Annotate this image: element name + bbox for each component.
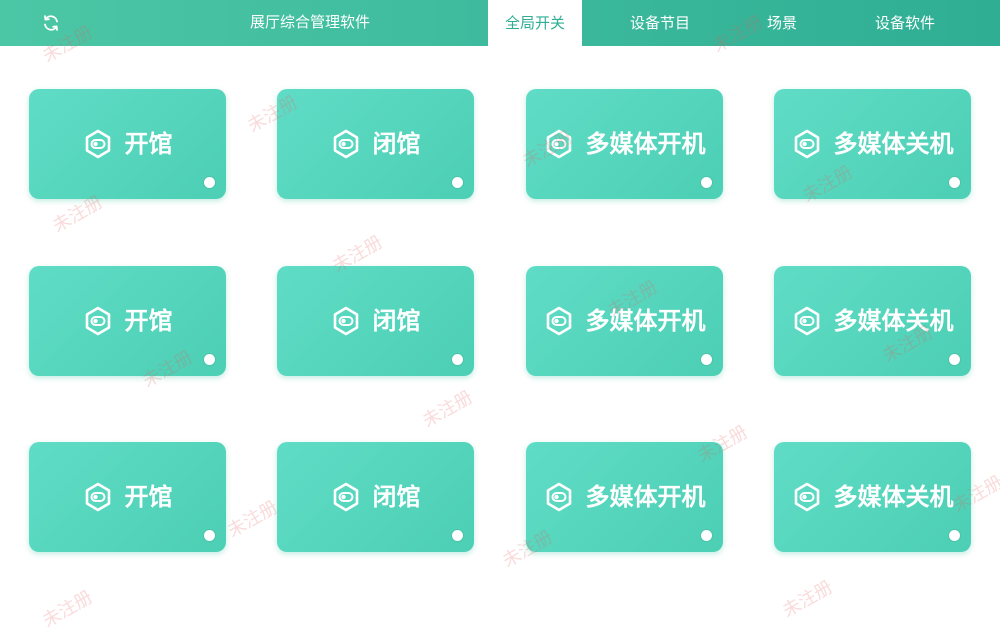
card-close-hall[interactable]: 闭馆 xyxy=(277,266,474,376)
status-dot xyxy=(204,177,215,188)
card-label: 开馆 xyxy=(124,307,173,335)
card-label: 闭馆 xyxy=(372,130,421,158)
status-dot xyxy=(701,530,712,541)
card-multimedia-off[interactable]: 多媒体关机 xyxy=(774,89,971,199)
toggle-hexagon-icon xyxy=(544,128,574,160)
tab-label: 设备节目 xyxy=(629,14,690,32)
card-label: 多媒体关机 xyxy=(833,483,954,511)
tab-label: 全局开关 xyxy=(504,14,565,32)
status-dot xyxy=(949,177,960,188)
toggle-hexagon-icon xyxy=(83,128,113,160)
status-dot xyxy=(204,354,215,365)
card-label: 多媒体关机 xyxy=(833,130,954,158)
tab-global-switch[interactable]: 全局开关 xyxy=(488,0,582,46)
card-label: 开馆 xyxy=(124,130,173,158)
card-label: 多媒体开机 xyxy=(585,483,706,511)
status-dot xyxy=(452,354,463,365)
toggle-hexagon-icon xyxy=(331,481,361,513)
card-open-hall[interactable]: 开馆 xyxy=(29,266,226,376)
tab-device-software[interactable]: 设备软件 xyxy=(855,0,955,46)
tab-device-programs[interactable]: 设备节目 xyxy=(610,0,710,46)
card-label: 多媒体开机 xyxy=(585,130,706,158)
refresh-button[interactable] xyxy=(38,11,64,35)
card-label: 闭馆 xyxy=(372,483,421,511)
status-dot xyxy=(204,530,215,541)
card-multimedia-off[interactable]: 多媒体关机 xyxy=(774,266,971,376)
status-dot xyxy=(701,177,712,188)
card-label: 开馆 xyxy=(124,483,173,511)
refresh-icon xyxy=(44,15,58,31)
top-nav-bar: 展厅综合管理软件 全局开关 设备节目 场景 设备软件 xyxy=(0,0,1000,46)
toggle-hexagon-icon xyxy=(544,481,574,513)
card-label: 闭馆 xyxy=(372,307,421,335)
status-dot xyxy=(701,354,712,365)
toggle-hexagon-icon xyxy=(83,305,113,337)
status-dot xyxy=(452,530,463,541)
watermark: 未注册 xyxy=(779,576,837,622)
watermark: 未注册 xyxy=(224,496,282,542)
watermark: 未注册 xyxy=(39,586,97,632)
app-title: 展厅综合管理软件 xyxy=(249,13,370,31)
tab-scenes[interactable]: 场景 xyxy=(750,0,814,46)
toggle-hexagon-icon xyxy=(83,481,113,513)
card-label: 多媒体关机 xyxy=(833,307,954,335)
card-multimedia-off[interactable]: 多媒体关机 xyxy=(774,442,971,552)
card-label: 多媒体开机 xyxy=(585,307,706,335)
status-dot xyxy=(452,177,463,188)
card-open-hall[interactable]: 开馆 xyxy=(29,442,226,552)
status-dot xyxy=(949,530,960,541)
tab-label: 设备软件 xyxy=(874,14,935,32)
toggle-hexagon-icon xyxy=(331,305,361,337)
toggle-hexagon-icon xyxy=(331,128,361,160)
card-multimedia-on[interactable]: 多媒体开机 xyxy=(526,266,723,376)
card-close-hall[interactable]: 闭馆 xyxy=(277,89,474,199)
toggle-hexagon-icon xyxy=(544,305,574,337)
card-close-hall[interactable]: 闭馆 xyxy=(277,442,474,552)
card-open-hall[interactable]: 开馆 xyxy=(29,89,226,199)
status-dot xyxy=(949,354,960,365)
toggle-hexagon-icon xyxy=(792,481,822,513)
watermark: 未注册 xyxy=(419,386,477,432)
toggle-hexagon-icon xyxy=(792,128,822,160)
card-multimedia-on[interactable]: 多媒体开机 xyxy=(526,89,723,199)
tab-label: 场景 xyxy=(766,14,797,32)
card-multimedia-on[interactable]: 多媒体开机 xyxy=(526,442,723,552)
toggle-hexagon-icon xyxy=(792,305,822,337)
